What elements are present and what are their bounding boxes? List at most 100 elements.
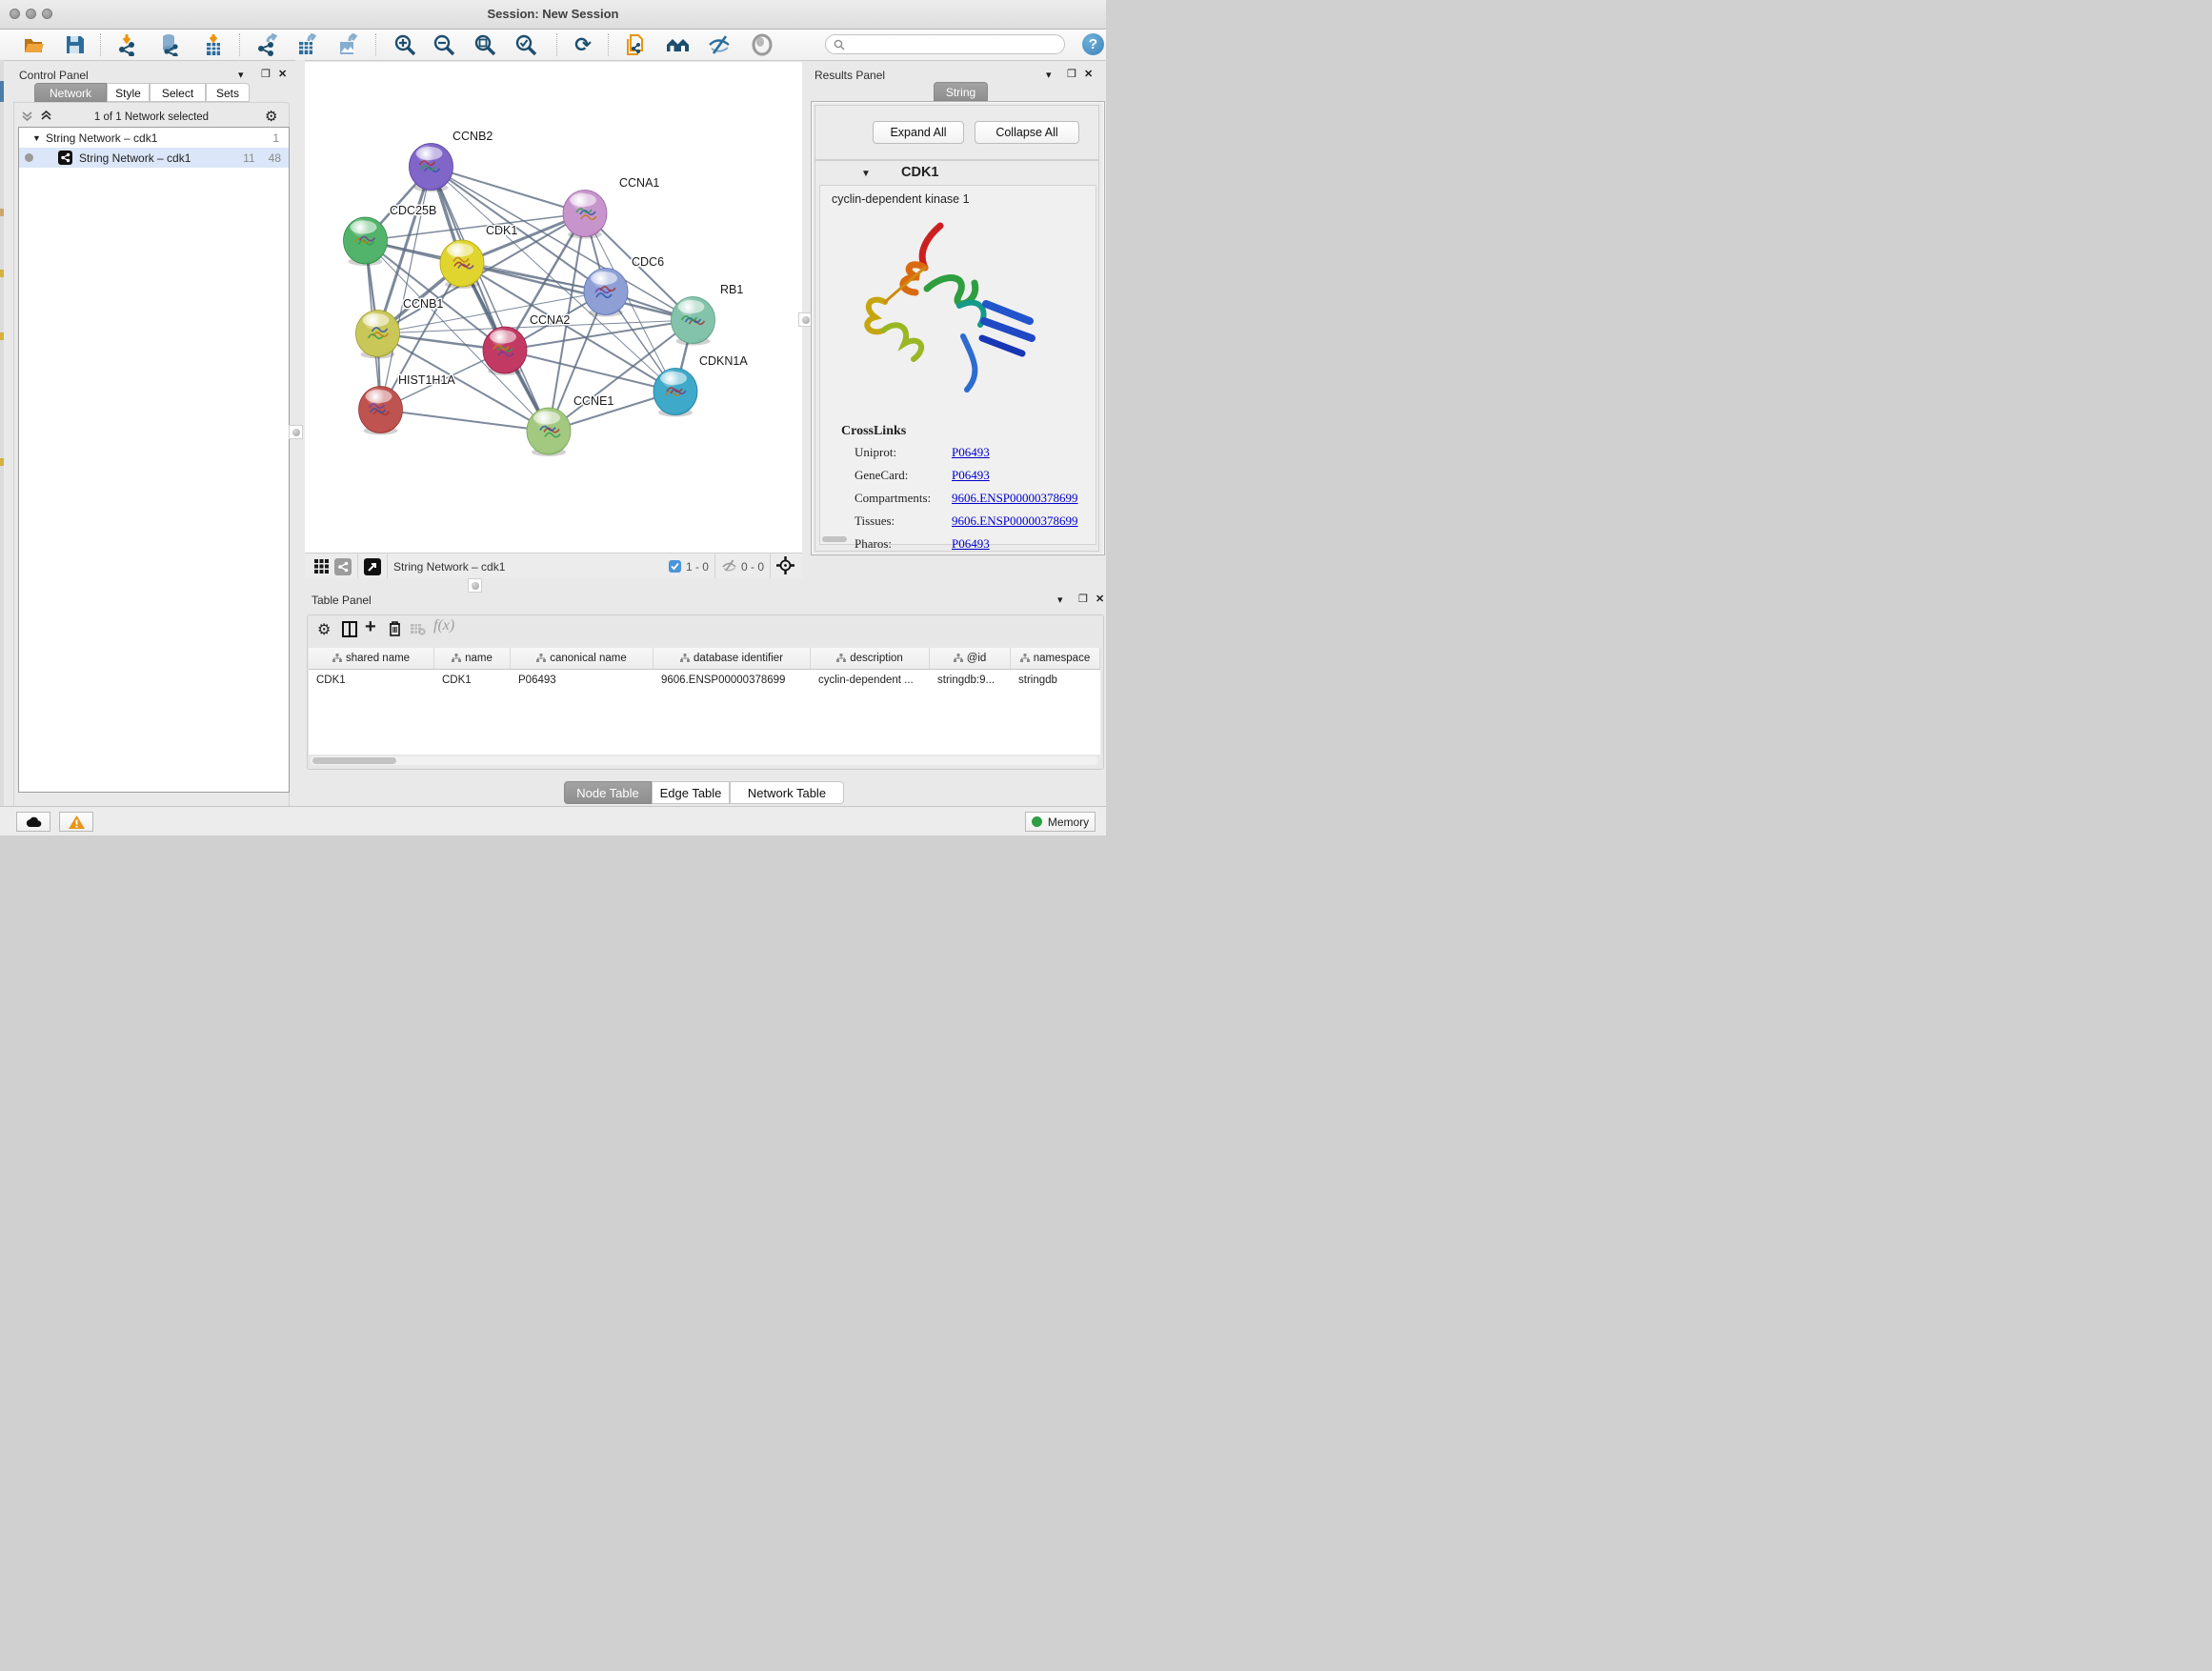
network-canvas[interactable]: CCNB2CCNA1CDC25BCDK1CDC6RB1CCNB1CCNA2CDK… bbox=[305, 62, 802, 553]
birdseye-view-icon[interactable] bbox=[364, 558, 381, 575]
results-entry-box: ▼ CDK1 cyclin-dependent kinase 1 bbox=[814, 160, 1099, 552]
entry-expander-icon[interactable]: ▼ bbox=[861, 169, 871, 179]
tab-node-table[interactable]: Node Table bbox=[564, 781, 652, 804]
tab-edge-table[interactable]: Edge Table bbox=[652, 781, 730, 804]
export-network-icon[interactable] bbox=[254, 32, 279, 57]
tab-string[interactable]: String bbox=[934, 82, 988, 101]
zoom-selected-icon[interactable] bbox=[513, 32, 538, 57]
edge-count: 48 bbox=[269, 151, 281, 165]
results-scrollbar-thumb[interactable] bbox=[822, 536, 847, 542]
import-network-icon[interactable] bbox=[115, 32, 140, 57]
results-panel-close-icon[interactable]: ✕ bbox=[1084, 68, 1093, 80]
network-collection-row[interactable]: ▼ String Network – cdk1 1 bbox=[19, 128, 289, 148]
zoom-in-icon[interactable] bbox=[392, 32, 417, 57]
grid-view-icon[interactable] bbox=[312, 558, 330, 575]
network-node-hist1h1a[interactable] bbox=[359, 387, 403, 435]
control-panel-close-icon[interactable]: ✕ bbox=[278, 68, 287, 80]
table-gear-icon[interactable]: ⚙ bbox=[317, 620, 331, 639]
network-edge[interactable] bbox=[381, 410, 550, 432]
home-networks-icon[interactable] bbox=[666, 32, 691, 57]
results-panel-float-icon[interactable]: ❒ bbox=[1067, 68, 1076, 80]
tree-expander-icon[interactable]: ▼ bbox=[32, 133, 46, 143]
crosslink-value-link[interactable]: P06493 bbox=[952, 445, 990, 460]
crosslink-value-link[interactable]: P06493 bbox=[952, 536, 990, 552]
network-edge[interactable] bbox=[505, 351, 675, 393]
open-folder-icon[interactable] bbox=[21, 32, 46, 57]
table-cell[interactable]: CDK1 bbox=[309, 670, 434, 691]
network-options-gear-icon[interactable]: ⚙ bbox=[265, 108, 277, 125]
splitter-handle[interactable] bbox=[289, 425, 303, 439]
table-panel-close-icon[interactable]: ✕ bbox=[1096, 593, 1104, 605]
search-input[interactable] bbox=[850, 38, 1056, 51]
results-panel-menu-icon[interactable]: ▾ bbox=[1046, 69, 1052, 81]
crosslink-value-link[interactable]: 9606.ENSP00000378699 bbox=[952, 513, 1078, 529]
tab-network[interactable]: Network bbox=[34, 83, 107, 102]
network-edge[interactable] bbox=[432, 167, 550, 432]
column-header-sharedname[interactable]: shared name bbox=[309, 648, 434, 669]
tab-select[interactable]: Select bbox=[150, 83, 206, 102]
table-cell[interactable]: stringdb:9... bbox=[930, 670, 1011, 691]
table-cell[interactable]: CDK1 bbox=[434, 670, 511, 691]
network-node-ccne1[interactable] bbox=[527, 408, 571, 456]
import-table-icon[interactable] bbox=[201, 32, 226, 57]
control-panel-float-icon[interactable]: ❒ bbox=[261, 68, 271, 80]
table-panel-menu-icon[interactable]: ▾ bbox=[1057, 594, 1063, 606]
copy-network-icon[interactable] bbox=[623, 32, 648, 57]
show-columns-icon[interactable] bbox=[342, 621, 357, 642]
network-node-cdc25b[interactable] bbox=[344, 217, 388, 266]
warning-status-button[interactable] bbox=[59, 812, 93, 832]
table-cell[interactable]: stringdb bbox=[1011, 670, 1100, 691]
memory-button[interactable]: Memory bbox=[1025, 812, 1096, 832]
collapse-all-tree-icon[interactable] bbox=[21, 110, 33, 127]
control-panel-menu-icon[interactable]: ▾ bbox=[238, 69, 244, 81]
column-header-canonicalname[interactable]: canonical name bbox=[511, 648, 654, 669]
column-header-namespace[interactable]: namespace bbox=[1011, 648, 1100, 669]
string-network-icon bbox=[58, 151, 72, 165]
tab-network-table[interactable]: Network Table bbox=[730, 781, 844, 804]
search-field[interactable] bbox=[825, 34, 1065, 54]
tab-sets[interactable]: Sets bbox=[206, 83, 250, 102]
delete-table-icon[interactable] bbox=[411, 623, 426, 640]
column-header-databaseidentifier[interactable]: database identifier bbox=[654, 648, 811, 669]
expand-all-button[interactable]: Expand All bbox=[873, 121, 964, 144]
column-header-name[interactable]: name bbox=[434, 648, 511, 669]
fit-crosshair-icon[interactable] bbox=[776, 556, 794, 577]
network-node-cdkn1a[interactable] bbox=[654, 369, 697, 417]
crosslink-value-link[interactable]: 9606.ENSP00000378699 bbox=[952, 491, 1078, 506]
network-node-cdc6[interactable] bbox=[584, 269, 628, 317]
delete-column-icon[interactable] bbox=[388, 620, 402, 642]
column-header-description[interactable]: description bbox=[811, 648, 930, 669]
network-graph[interactable]: CCNB2CCNA1CDC25BCDK1CDC6RB1CCNB1CCNA2CDK… bbox=[305, 62, 802, 553]
tab-style[interactable]: Style bbox=[107, 83, 150, 102]
show-panel-icon[interactable] bbox=[750, 32, 774, 57]
network-row-selected[interactable]: String Network – cdk1 11 48 bbox=[19, 148, 289, 168]
network-view-title: String Network – cdk1 bbox=[393, 560, 505, 574]
import-database-icon[interactable] bbox=[158, 32, 183, 57]
refresh-layout-icon[interactable]: ⟳ bbox=[571, 32, 595, 57]
table-cell[interactable]: P06493 bbox=[511, 670, 654, 691]
export-image-icon[interactable] bbox=[335, 32, 360, 57]
network-node-rb1[interactable] bbox=[672, 297, 715, 346]
expand-tree-icon[interactable] bbox=[40, 110, 52, 127]
table-cell[interactable]: 9606.ENSP00000378699 bbox=[654, 670, 811, 691]
collapse-all-button[interactable]: Collapse All bbox=[975, 121, 1079, 144]
zoom-out-icon[interactable] bbox=[432, 32, 456, 57]
table-panel-float-icon[interactable]: ❒ bbox=[1078, 593, 1088, 605]
selected-nodes-checkbox-icon[interactable] bbox=[669, 560, 681, 573]
help-icon[interactable]: ? bbox=[1082, 33, 1104, 55]
table-hscrollbar[interactable] bbox=[311, 756, 1098, 765]
network-edge[interactable] bbox=[432, 167, 586, 213]
hide-panel-icon[interactable] bbox=[708, 32, 733, 57]
share-view-icon[interactable] bbox=[334, 558, 352, 575]
toolbar-separator bbox=[556, 33, 557, 56]
network-node-ccna1[interactable] bbox=[563, 191, 607, 239]
zoom-fit-icon[interactable] bbox=[473, 32, 497, 57]
table-row[interactable]: CDK1CDK1P064939606.ENSP00000378699cyclin… bbox=[309, 670, 1100, 691]
save-session-icon[interactable] bbox=[63, 32, 88, 57]
table-cell[interactable]: cyclin-dependent ... bbox=[811, 670, 930, 691]
add-column-icon[interactable]: + bbox=[365, 616, 376, 638]
export-table-icon[interactable] bbox=[294, 32, 319, 57]
cloud-status-button[interactable] bbox=[16, 812, 50, 832]
column-header-id[interactable]: @id bbox=[930, 648, 1011, 669]
crosslink-value-link[interactable]: P06493 bbox=[952, 468, 990, 483]
